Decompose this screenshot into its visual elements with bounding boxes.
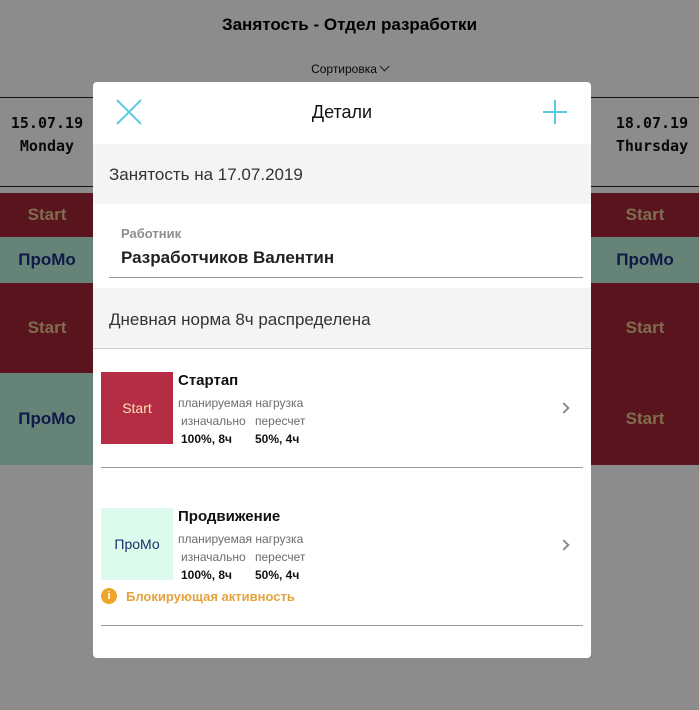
- chevron-right-icon: [558, 402, 570, 414]
- divider: [109, 277, 583, 278]
- occupancy-date-label: Занятость на 17.07.2019: [109, 165, 303, 184]
- recalc-header: пересчет: [255, 414, 306, 428]
- project-name: Продвижение: [178, 508, 281, 525]
- plus-icon: [543, 100, 567, 124]
- recalc-value: 50%, 4ч: [255, 568, 300, 582]
- occupancy-section: Занятость на 17.07.2019: [93, 144, 591, 204]
- load-values: 100%, 8ч 50%, 4ч: [181, 568, 299, 582]
- blocking-activity-warning[interactable]: i Блокирующая активность: [101, 587, 295, 605]
- modal-header: Детали: [93, 82, 591, 144]
- planned-load-label: планируемая нагрузка: [178, 396, 304, 410]
- load-column-headers: изначально пересчет: [181, 414, 305, 428]
- project-row-promotion[interactable]: ПроМо Продвижение планируемая нагрузка и…: [93, 508, 591, 582]
- warning-text: Блокирующая активность: [126, 588, 295, 604]
- divider: [93, 348, 591, 349]
- initial-header: изначально: [181, 550, 246, 564]
- load-values: 100%, 8ч 50%, 4ч: [181, 432, 299, 446]
- info-warning-icon: i: [101, 588, 117, 604]
- project-thumbnail: Start: [101, 372, 173, 444]
- load-column-headers: изначально пересчет: [181, 550, 305, 564]
- planned-load-label: планируемая нагрузка: [178, 532, 304, 546]
- worker-label: Работник: [121, 226, 182, 241]
- divider: [101, 467, 583, 468]
- project-name: Стартап: [178, 372, 239, 389]
- initial-header: изначально: [181, 414, 246, 428]
- modal-title: Детали: [311, 102, 373, 122]
- recalc-value: 50%, 4ч: [255, 432, 300, 446]
- worker-name[interactable]: Разработчиков Валентин: [121, 248, 334, 268]
- project-thumbnail: ПроМо: [101, 508, 173, 580]
- chevron-right-icon: [558, 539, 570, 551]
- initial-value: 100%, 8ч: [181, 568, 232, 582]
- divider: [101, 625, 583, 626]
- details-modal: Детали Занятость на 17.07.2019 Работник …: [93, 82, 591, 658]
- project-row-startup[interactable]: Start Стартап планируемая нагрузка изнач…: [93, 372, 591, 446]
- initial-value: 100%, 8ч: [181, 432, 232, 446]
- add-button[interactable]: [539, 96, 571, 128]
- norm-section: Дневная норма 8ч распределена: [93, 288, 591, 348]
- daily-norm-label: Дневная норма 8ч распределена: [109, 310, 371, 329]
- recalc-header: пересчет: [255, 550, 306, 564]
